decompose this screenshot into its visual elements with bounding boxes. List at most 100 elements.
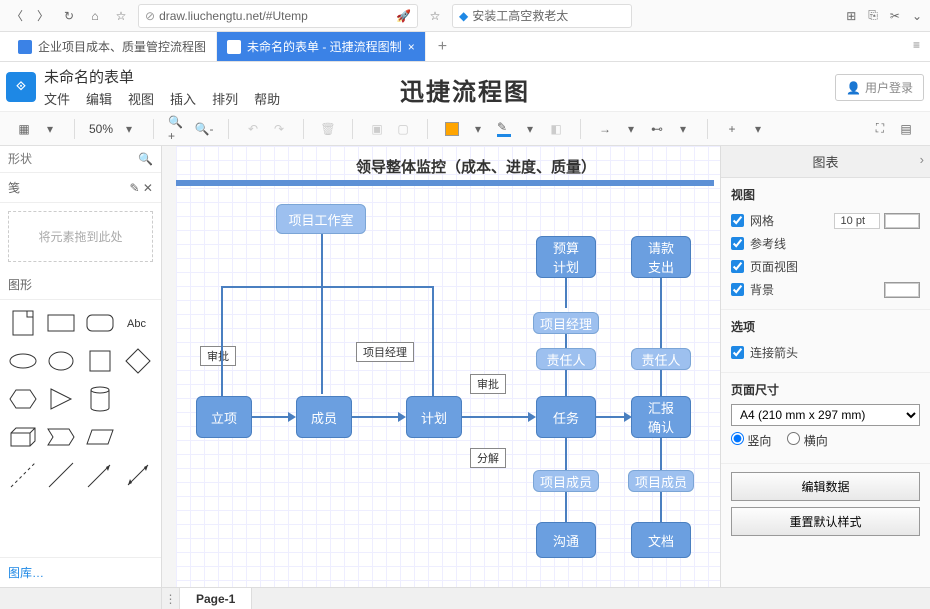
background-checkbox[interactable]: [731, 283, 744, 296]
pageview-checkbox[interactable]: [731, 260, 744, 273]
chevron-down-icon[interactable]: ▾: [621, 119, 641, 139]
grid-checkbox[interactable]: [731, 214, 744, 227]
rocket-icon[interactable]: 🚀: [396, 9, 411, 23]
grid-color-swatch[interactable]: [884, 213, 920, 229]
shape-rect[interactable]: [46, 308, 76, 338]
tab-list-icon[interactable]: ≡: [903, 32, 930, 61]
chevron-right-icon[interactable]: ›: [920, 152, 924, 167]
delete-icon[interactable]: 🗑: [318, 119, 338, 139]
diagram-title[interactable]: 领导整体监控（成本、进度、质量）: [356, 154, 714, 179]
reload-icon[interactable]: ↻: [60, 7, 78, 25]
node-members1[interactable]: 项目成员: [533, 470, 599, 492]
label-decompose[interactable]: 分解: [470, 448, 506, 468]
node-doc[interactable]: 文档: [631, 522, 691, 558]
shapes-header[interactable]: 图形: [0, 270, 161, 300]
shape-search-input[interactable]: [8, 152, 132, 166]
shape-cylinder[interactable]: [85, 384, 115, 414]
app-logo[interactable]: ⟐: [6, 72, 36, 102]
scratch-dropzone[interactable]: 将元素拖到此处: [8, 211, 153, 262]
node-workroom[interactable]: 项目工作室: [276, 204, 366, 234]
shape-cube[interactable]: [8, 422, 38, 452]
url-star-icon[interactable]: ☆: [426, 7, 444, 25]
edit-icon[interactable]: ✎ ✕: [130, 181, 153, 195]
back-icon[interactable]: 〈: [8, 7, 26, 25]
node-payment[interactable]: 请款 支出: [631, 236, 691, 278]
download-icon[interactable]: ⎘: [868, 8, 878, 23]
label-pm1[interactable]: 项目经理: [356, 342, 414, 362]
connector-icon[interactable]: →: [595, 119, 615, 139]
shape-library-button[interactable]: 图库…: [0, 557, 161, 587]
shape-biarrow[interactable]: [123, 460, 153, 490]
cut-icon[interactable]: ✂: [890, 9, 900, 23]
edit-data-button[interactable]: 编辑数据: [731, 472, 920, 501]
page-size-select[interactable]: A4 (210 mm x 297 mm): [731, 404, 920, 426]
to-front-icon[interactable]: ▣: [367, 119, 387, 139]
shape-ellipse-flat[interactable]: [8, 346, 38, 376]
page-tab-menu[interactable]: ⋮: [162, 588, 180, 609]
node-members[interactable]: 成员: [296, 396, 352, 438]
shape-ellipse[interactable]: [46, 346, 76, 376]
shape-diamond[interactable]: [123, 346, 153, 376]
forward-icon[interactable]: 〉: [34, 7, 52, 25]
shape-triangle[interactable]: [46, 384, 76, 414]
menu-arrange[interactable]: 排列: [212, 89, 238, 108]
shape-text[interactable]: Abc: [123, 308, 153, 338]
layout-icon[interactable]: ▦: [14, 119, 34, 139]
menu-file[interactable]: 文件: [44, 89, 70, 108]
search-icon[interactable]: 🔍: [138, 152, 153, 166]
node-budget[interactable]: 预算 计划: [536, 236, 596, 278]
node-report[interactable]: 汇报 确认: [631, 396, 691, 438]
line-color-button[interactable]: ✎: [494, 119, 514, 139]
user-login-button[interactable]: 👤 用户登录: [835, 74, 924, 101]
chevron-down-icon[interactable]: ▾: [40, 119, 60, 139]
menu-edit[interactable]: 编辑: [86, 89, 112, 108]
node-establish[interactable]: 立项: [196, 396, 252, 438]
chevron-down-icon[interactable]: ▾: [520, 119, 540, 139]
node-pm2[interactable]: 项目经理: [533, 312, 599, 334]
apps-icon[interactable]: ⊞: [846, 9, 856, 23]
reset-style-button[interactable]: 重置默认样式: [731, 507, 920, 536]
shape-document[interactable]: [8, 308, 38, 338]
tab-close-icon[interactable]: ×: [408, 40, 415, 54]
node-plan[interactable]: 计划: [406, 396, 462, 438]
home-icon[interactable]: ⌂: [86, 7, 104, 25]
guides-checkbox[interactable]: [731, 237, 744, 250]
shape-dashed-line[interactable]: [8, 460, 38, 490]
canvas[interactable]: 领导整体监控（成本、进度、质量） 项目工作室 预算 计划 请款 支出 项目经理 …: [162, 146, 720, 587]
menu-help[interactable]: 帮助: [254, 89, 280, 108]
node-resp2[interactable]: 责任人: [631, 348, 691, 370]
menu-view[interactable]: 视图: [128, 89, 154, 108]
format-panel-icon[interactable]: ▤: [896, 119, 916, 139]
waypoint-icon[interactable]: ⊷: [647, 119, 667, 139]
page-tab-1[interactable]: Page-1: [180, 588, 252, 609]
fill-color-button[interactable]: [442, 119, 462, 139]
shape-arrow-line[interactable]: [85, 460, 115, 490]
shape-hexagon[interactable]: [8, 384, 38, 414]
portrait-radio[interactable]: 竖向: [731, 432, 771, 449]
to-back-icon[interactable]: ▢: [393, 119, 413, 139]
zoom-out-icon[interactable]: 🔍-: [194, 119, 214, 139]
url-bar[interactable]: ⊘ draw.liuchengtu.net/#Utemp 🚀: [138, 4, 418, 28]
shape-step[interactable]: [46, 422, 76, 452]
background-color-swatch[interactable]: [884, 282, 920, 298]
chevron-down-icon[interactable]: ▾: [468, 119, 488, 139]
zoom-in-icon[interactable]: 🔍+: [168, 119, 188, 139]
doc-title[interactable]: 未命名的表单: [44, 66, 280, 87]
node-task[interactable]: 任务: [536, 396, 596, 438]
tab-0[interactable]: 企业项目成本、质量管控流程图: [8, 32, 217, 61]
add-icon[interactable]: +: [722, 119, 742, 139]
connect-arrow-checkbox[interactable]: [731, 346, 744, 359]
node-resp1[interactable]: 责任人: [536, 348, 596, 370]
redo-icon[interactable]: ↷: [269, 119, 289, 139]
fullscreen-icon[interactable]: ⛶: [870, 119, 890, 139]
node-members2[interactable]: 项目成员: [628, 470, 694, 492]
undo-icon[interactable]: ↶: [243, 119, 263, 139]
chevron-down-icon[interactable]: ⌄: [912, 9, 922, 23]
shape-line[interactable]: [46, 460, 76, 490]
shadow-icon[interactable]: ◧: [546, 119, 566, 139]
menu-insert[interactable]: 插入: [170, 89, 196, 108]
chevron-down-icon[interactable]: ▾: [673, 119, 693, 139]
shape-blank[interactable]: [123, 384, 153, 414]
label-approve1[interactable]: 审批: [200, 346, 236, 366]
label-approve2[interactable]: 审批: [470, 374, 506, 394]
